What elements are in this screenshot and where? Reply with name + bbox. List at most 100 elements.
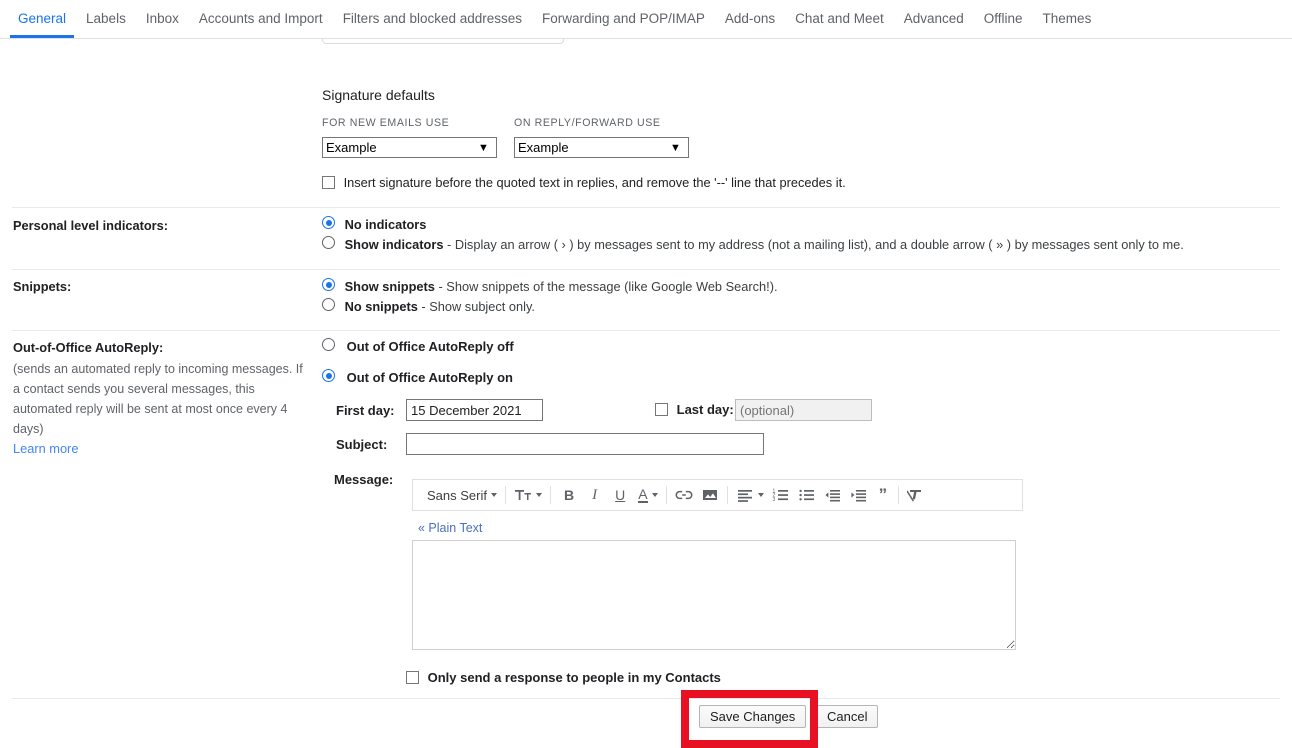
numbered-list-icon[interactable]: 1 2 3 <box>768 482 794 508</box>
autoreply-option-on[interactable]: Out of Office AutoReply on <box>322 369 513 385</box>
show-indicators-label: Show indicators <box>345 237 444 252</box>
tab-filters-label: Filters and blocked addresses <box>343 11 522 26</box>
tab-accounts-and-import-label: Accounts and Import <box>199 11 323 26</box>
snippets-option-show[interactable]: Show snippets - Show snippets of the mes… <box>322 278 1282 294</box>
on-reply-forward-label: ON REPLY/FORWARD USE <box>514 117 661 129</box>
personal-level-indicators-label: Personal level indicators: <box>13 218 313 233</box>
chevron-down-icon <box>652 493 658 497</box>
insert-signature-checkbox[interactable] <box>322 176 335 189</box>
divider <box>12 698 1280 699</box>
font-family-dropdown[interactable]: Sans Serif <box>417 482 501 508</box>
personal-level-indicators-option-no[interactable]: No indicators <box>322 216 1282 232</box>
autoreply-off-label: Out of Office AutoReply off <box>347 339 514 354</box>
new-emails-signature-select[interactable]: Example <box>322 137 497 158</box>
toolbar-separator <box>898 486 899 504</box>
plain-text-link[interactable]: « Plain Text <box>418 521 482 535</box>
tab-advanced-label: Advanced <box>904 11 964 26</box>
cancel-button[interactable]: Cancel <box>816 705 878 728</box>
show-snippets-label: Show snippets <box>345 279 435 294</box>
quote-icon[interactable]: ” <box>872 482 895 508</box>
divider <box>12 269 1280 270</box>
tab-general-label: General <box>18 11 66 26</box>
radio-show-indicators[interactable] <box>322 236 335 249</box>
show-snippets-description: - Show snippets of the message (like Goo… <box>435 279 778 294</box>
first-day-label: First day: <box>336 403 395 418</box>
radio-autoreply-off[interactable] <box>322 338 335 351</box>
text-color-icon[interactable]: A <box>634 482 661 508</box>
bulleted-list-icon[interactable] <box>794 482 820 508</box>
learn-more-link[interactable]: Learn more <box>13 441 78 456</box>
toolbar-separator <box>727 486 728 504</box>
remove-formatting-icon[interactable] <box>903 482 929 508</box>
chevron-down-icon <box>491 493 497 497</box>
radio-no-snippets[interactable] <box>322 298 335 311</box>
toolbar-separator <box>666 486 667 504</box>
out-of-office-label: Out-of-Office AutoReply: <box>13 340 313 355</box>
out-of-office-note: (sends an automated reply to incoming me… <box>13 359 313 439</box>
bold-icon[interactable]: B <box>555 482 583 508</box>
subject-label: Subject: <box>336 437 387 452</box>
tab-filters-and-blocked-addresses[interactable]: Filters and blocked addresses <box>333 0 532 38</box>
snippets-option-none[interactable]: No snippets - Show subject only. <box>322 298 1282 314</box>
for-new-emails-label: FOR NEW EMAILS USE <box>322 117 449 129</box>
show-indicators-description: - Display an arrow ( › ) by messages sen… <box>443 237 1183 252</box>
first-day-input[interactable] <box>406 399 543 421</box>
radio-show-snippets[interactable] <box>322 278 335 291</box>
align-icon[interactable] <box>732 482 768 508</box>
personal-level-indicators-option-show[interactable]: Show indicators - Display an arrow ( › )… <box>322 236 1282 252</box>
insert-signature-label: Insert signature before the quoted text … <box>344 175 846 190</box>
svg-text:3: 3 <box>772 497 775 503</box>
tab-forwarding-label: Forwarding and POP/IMAP <box>542 11 705 26</box>
tab-general[interactable]: General <box>8 0 76 38</box>
message-body-textarea[interactable] <box>412 540 1016 650</box>
last-day-label: Last day: <box>677 402 734 417</box>
toolbar-separator <box>550 486 551 504</box>
last-day-row: Last day: <box>655 402 734 417</box>
message-label: Message: <box>334 472 393 487</box>
font-family-value: Sans Serif <box>421 488 487 503</box>
font-size-icon[interactable] <box>510 482 546 508</box>
tab-inbox[interactable]: Inbox <box>136 0 189 38</box>
autoreply-option-off[interactable]: Out of Office AutoReply off <box>322 338 514 354</box>
signature-defaults-title: Signature defaults <box>322 87 435 103</box>
reply-forward-signature-select[interactable]: Example <box>514 137 689 158</box>
radio-autoreply-on[interactable] <box>322 369 335 382</box>
tab-forwarding-and-pop-imap[interactable]: Forwarding and POP/IMAP <box>532 0 715 38</box>
no-indicators-label: No indicators <box>345 217 427 232</box>
snippets-label: Snippets: <box>13 279 313 294</box>
tab-labels[interactable]: Labels <box>76 0 136 38</box>
tab-themes-label: Themes <box>1043 11 1092 26</box>
tab-add-ons-label: Add-ons <box>725 11 775 26</box>
contacts-only-checkbox[interactable] <box>406 671 419 684</box>
insert-image-icon[interactable] <box>697 482 723 508</box>
italic-icon[interactable]: I <box>583 482 606 508</box>
insert-link-icon[interactable] <box>671 482 697 508</box>
save-changes-button[interactable]: Save Changes <box>699 705 806 728</box>
tab-offline-label: Offline <box>984 11 1023 26</box>
no-snippets-label: No snippets <box>345 299 418 314</box>
tab-themes[interactable]: Themes <box>1033 0 1102 38</box>
subject-input[interactable] <box>406 433 764 455</box>
tab-add-ons[interactable]: Add-ons <box>715 0 785 38</box>
chevron-down-icon <box>536 493 542 497</box>
indent-more-icon[interactable] <box>846 482 872 508</box>
tab-accounts-and-import[interactable]: Accounts and Import <box>189 0 333 38</box>
last-day-checkbox[interactable] <box>655 403 668 416</box>
contacts-only-label: Only send a response to people in my Con… <box>428 670 721 685</box>
no-snippets-description: - Show subject only. <box>418 299 535 314</box>
tab-chat-and-meet-label: Chat and Meet <box>795 11 884 26</box>
tab-inbox-label: Inbox <box>146 11 179 26</box>
divider <box>12 207 1280 208</box>
divider <box>12 330 1280 331</box>
tab-advanced[interactable]: Advanced <box>894 0 974 38</box>
tab-chat-and-meet[interactable]: Chat and Meet <box>785 0 894 38</box>
indent-less-icon[interactable] <box>820 482 846 508</box>
chevron-down-icon <box>758 493 764 497</box>
settings-tab-bar: General Labels Inbox Accounts and Import… <box>0 0 1292 39</box>
contacts-only-row: Only send a response to people in my Con… <box>406 670 721 685</box>
underline-icon[interactable]: U <box>606 482 634 508</box>
radio-no-indicators[interactable] <box>322 216 335 229</box>
tab-offline[interactable]: Offline <box>974 0 1033 38</box>
last-day-input[interactable] <box>735 399 872 421</box>
tab-labels-label: Labels <box>86 11 126 26</box>
